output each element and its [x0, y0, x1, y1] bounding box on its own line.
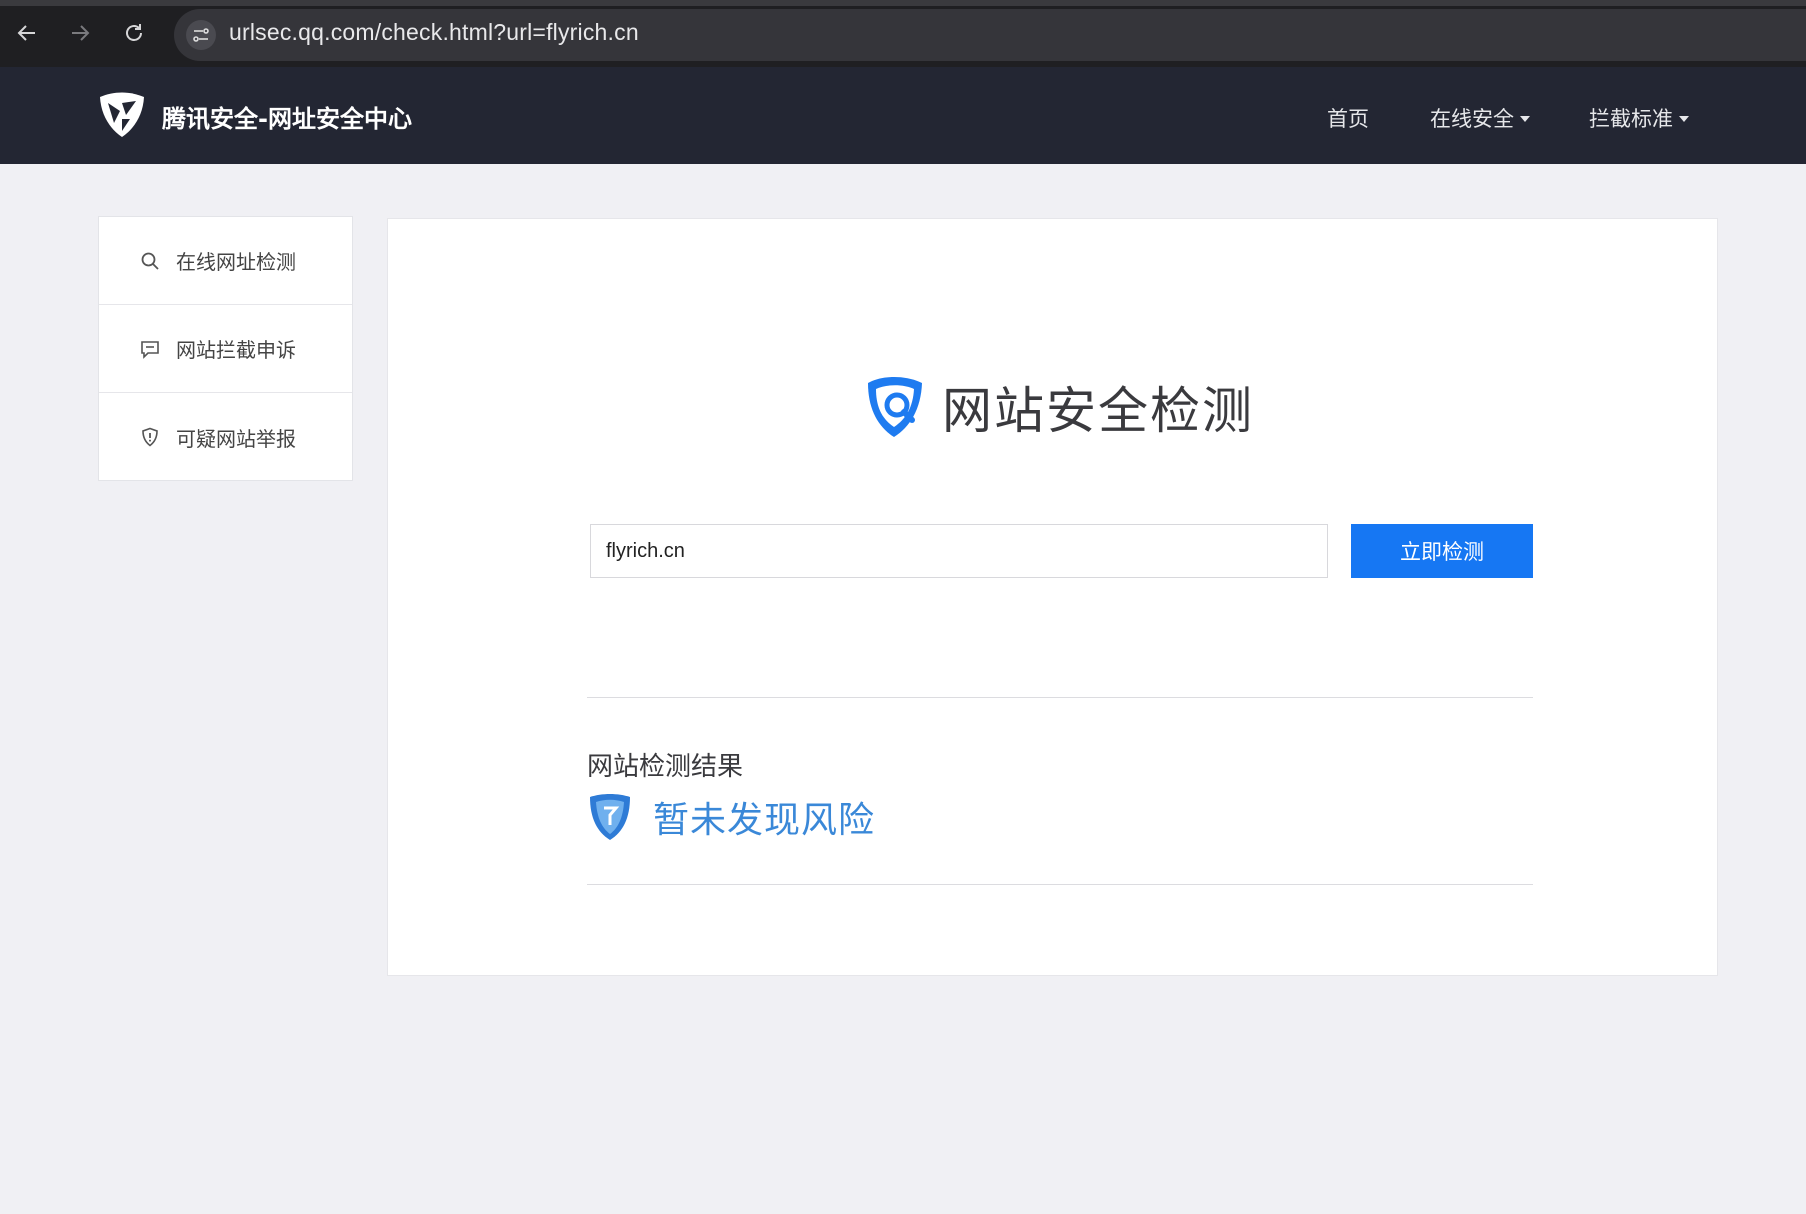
divider: [587, 884, 1533, 885]
nav-online-security-label: 在线安全: [1430, 107, 1514, 131]
page-title: 网站安全检测: [860, 371, 1254, 443]
site-info-icon[interactable]: [186, 20, 216, 50]
safe-shield-icon: [590, 794, 630, 840]
page-title-text: 网站安全检测: [942, 382, 1254, 440]
tencent-security-logo-icon[interactable]: [96, 89, 148, 141]
nav-block-standard-label: 拦截标准: [1589, 107, 1673, 131]
sidebar-item-url-check[interactable]: 在线网址检测: [99, 217, 352, 305]
url-input[interactable]: [590, 524, 1328, 578]
sidebar: 在线网址检测 网站拦截申诉 可疑网站举报: [98, 216, 353, 481]
nav-block-standard[interactable]: 拦截标准: [1589, 103, 1689, 133]
message-icon: [139, 338, 161, 360]
check-now-button[interactable]: 立即检测: [1351, 524, 1533, 578]
result-text: 暂未发现风险: [653, 800, 876, 841]
back-arrow-icon[interactable]: [14, 20, 40, 46]
search-icon: [139, 250, 161, 272]
reload-icon[interactable]: [121, 20, 147, 46]
result-heading: 网站检测结果: [587, 752, 744, 782]
site-header: 腾讯安全-网址安全中心 首页 在线安全 拦截标准: [0, 67, 1806, 164]
sidebar-item-label: 在线网址检测: [176, 250, 296, 274]
divider: [587, 697, 1533, 698]
caret-down-icon: [1679, 116, 1689, 122]
caret-down-icon: [1520, 116, 1530, 122]
browser-toolbar: urlsec.qq.com/check.html?url=flyrich.cn: [0, 0, 1806, 67]
sidebar-item-report[interactable]: 可疑网站举报: [99, 393, 352, 481]
result-status: 暂未发现风险: [587, 791, 875, 843]
check-card: 网站安全检测 立即检测 网站检测结果 暂未发现风险: [387, 218, 1718, 976]
sidebar-item-appeal[interactable]: 网站拦截申诉: [99, 305, 352, 393]
shield-search-icon: [868, 377, 922, 437]
forward-arrow-icon[interactable]: [67, 20, 93, 46]
address-bar[interactable]: urlsec.qq.com/check.html?url=flyrich.cn: [174, 9, 1806, 61]
shield-alert-icon: [139, 426, 161, 448]
sidebar-item-label: 可疑网站举报: [176, 426, 296, 451]
nav-online-security[interactable]: 在线安全: [1430, 103, 1530, 133]
site-title[interactable]: 腾讯安全-网址安全中心: [162, 99, 412, 134]
nav-home-label: 首页: [1327, 107, 1369, 131]
nav-home[interactable]: 首页: [1327, 103, 1369, 133]
sidebar-item-label: 网站拦截申诉: [176, 338, 296, 362]
url-text[interactable]: urlsec.qq.com/check.html?url=flyrich.cn: [229, 19, 639, 46]
